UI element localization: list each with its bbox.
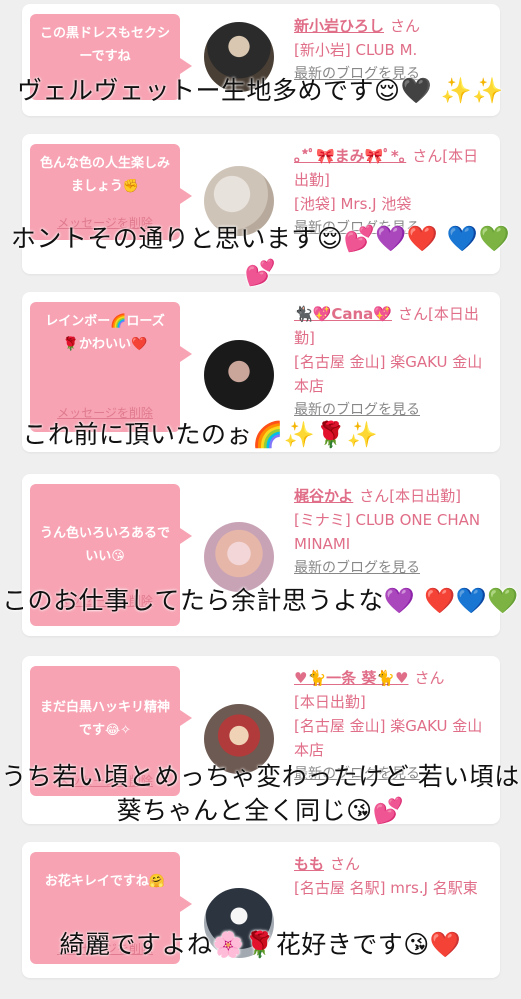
cast-name-link[interactable]: ♥🐈一条 葵🐈♥ xyxy=(294,669,408,687)
shop-detail: [名古屋 金山] 楽GAKU 金山本店 xyxy=(294,353,483,395)
latest-blog-link[interactable]: 最新のブログを見る xyxy=(294,762,490,786)
name-suffix: さん[本日出勤] xyxy=(359,487,461,505)
avatar[interactable] xyxy=(204,340,274,410)
shop-detail: [名古屋 名駅] mrs.J 名駅東 xyxy=(294,879,478,897)
message-bubble: レインボー🌈ローズ🌹かわいい❤️ メッセージを削除 xyxy=(30,302,192,432)
delete-message-link[interactable]: メッセージを削除 xyxy=(30,402,180,425)
message-card-3: レインボー🌈ローズ🌹かわいい❤️ メッセージを削除 🐈‍⬛💖Cana💖 さん[本日… xyxy=(22,292,500,452)
message-bubble: うん色いろいろあるでいい😘 メッセージを削除 xyxy=(30,484,192,626)
name-suffix: さん xyxy=(390,17,421,35)
shop-detail: [名古屋 金山] 楽GAKU 金山本店 xyxy=(294,717,483,759)
message-card-2: 色んな色の人生楽しみましょう✊ メッセージを削除 ｡*ﾟ🎀まみ🎀ﾟ*｡ さん[本日… xyxy=(22,134,500,274)
avatar[interactable] xyxy=(204,166,274,236)
latest-blog-link[interactable]: 最新のブログを見る xyxy=(294,62,490,86)
delete-message-link[interactable]: メッセージを削除 xyxy=(30,938,180,961)
delete-message-link[interactable]: メッセージを削除 xyxy=(30,590,180,613)
avatar[interactable] xyxy=(204,22,274,92)
cast-info: 🐈‍⬛💖Cana💖 さん[本日出勤] [名古屋 金山] 楽GAKU 金山本店 最新… xyxy=(294,302,490,422)
message-text: レインボー🌈ローズ🌹かわいい❤️ xyxy=(45,314,165,352)
shop-detail: [新小岩] CLUB M. xyxy=(294,41,418,59)
cast-name-link[interactable]: もも xyxy=(294,855,324,873)
avatar[interactable] xyxy=(204,704,274,774)
name-suffix: さん xyxy=(330,855,361,873)
latest-blog-link[interactable]: 最新のブログを見る xyxy=(294,216,490,240)
shop-detail: [池袋] Mrs.J 池袋 xyxy=(294,195,412,213)
work-status: [本日出勤] xyxy=(294,693,366,711)
cast-info: 新小岩ひろし さん [新小岩] CLUB M. 最新のブログを見る xyxy=(294,14,490,86)
cast-name-link[interactable]: 梶谷かよ xyxy=(294,487,353,505)
message-text: うん色いろいろあるでいい😘 xyxy=(39,526,170,564)
message-bubble: 色んな色の人生楽しみましょう✊ メッセージを削除 xyxy=(30,144,192,240)
delete-message-link[interactable]: メッセージを削除 xyxy=(30,212,180,235)
avatar[interactable] xyxy=(204,522,274,592)
message-bubble: この黒ドレスもセクシーですね xyxy=(30,14,192,100)
message-card-1: この黒ドレスもセクシーですね 新小岩ひろし さん [新小岩] CLUB M. 最新… xyxy=(22,4,500,116)
message-text: お花キレイですね🤗 xyxy=(44,874,166,889)
message-text: 色んな色の人生楽しみましょう✊ xyxy=(39,156,170,194)
shop-detail: [ミナミ] CLUB ONE CHAN MINAMI xyxy=(294,511,481,553)
cast-name-link[interactable]: 新小岩ひろし xyxy=(294,17,384,35)
message-card-4: うん色いろいろあるでいい😘 メッセージを削除 梶谷かよ さん[本日出勤] [ミナミ… xyxy=(22,474,500,636)
message-bubble: お花キレイですね🤗 メッセージを削除 xyxy=(30,852,192,964)
message-bubble: まだ白黒ハッキリ精神です😂✧ メッセージを削除 xyxy=(30,666,192,796)
message-card-6: お花キレイですね🤗 メッセージを削除 もも さん [名古屋 名駅] mrs.J 名… xyxy=(22,842,500,978)
cast-info: ♥🐈一条 葵🐈♥ さん [本日出勤] [名古屋 金山] 楽GAKU 金山本店 最新… xyxy=(294,666,490,786)
avatar[interactable] xyxy=(204,888,274,958)
latest-blog-link[interactable]: 最新のブログを見る xyxy=(294,556,490,580)
cast-info: ｡*ﾟ🎀まみ🎀ﾟ*｡ さん[本日出勤] [池袋] Mrs.J 池袋 最新のブログを… xyxy=(294,144,490,240)
message-text: この黒ドレスもセクシーですね xyxy=(39,26,170,64)
message-card-5: まだ白黒ハッキリ精神です😂✧ メッセージを削除 ♥🐈一条 葵🐈♥ さん [本日出勤… xyxy=(22,656,500,824)
message-text: まだ白黒ハッキリ精神です😂✧ xyxy=(39,700,170,738)
cast-name-link[interactable]: ｡*ﾟ🎀まみ🎀ﾟ*｡ xyxy=(294,147,406,165)
delete-message-link[interactable]: メッセージを削除 xyxy=(30,770,180,793)
cast-info: もも さん [名古屋 名駅] mrs.J 名駅東 xyxy=(294,852,490,900)
cast-name-link[interactable]: 🐈‍⬛💖Cana💖 xyxy=(294,305,392,323)
name-suffix: さん xyxy=(414,669,445,687)
cast-info: 梶谷かよ さん[本日出勤] [ミナミ] CLUB ONE CHAN MINAMI … xyxy=(294,484,490,580)
latest-blog-link[interactable]: 最新のブログを見る xyxy=(294,398,490,422)
